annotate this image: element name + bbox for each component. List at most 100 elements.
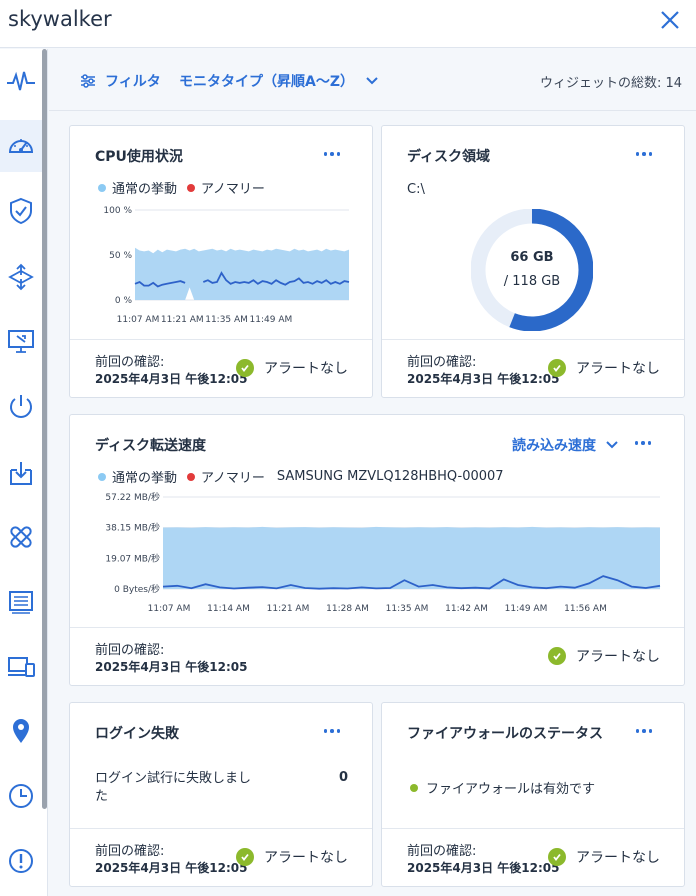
check-circle-icon [236,848,254,866]
disk-drive-label: C:\ [407,182,425,197]
normal-legend-label: 通常の挙動 [112,182,178,197]
alert-status: アラートなし [548,646,660,666]
hardware-list-icon[interactable] [0,576,42,628]
download-tray-icon[interactable] [0,447,42,499]
firewall-status: ファイアウォールは有効です [410,778,595,797]
anomaly-legend-dot [187,472,196,481]
shield-check-icon[interactable] [0,185,42,237]
x-tick-label: 11:07 AM [148,604,191,614]
disk-transfer-footer: 前回の確認: 2025年4月3日 午後12:05 アラートなし [70,627,684,685]
last-checked-label: 前回の確認: [407,844,477,859]
alert-status: アラートなし [548,358,660,378]
normal-legend-dot [98,472,106,481]
normal-legend-dot [98,183,106,192]
close-icon[interactable] [656,6,684,34]
y-tick-label: 38.15 MB/秒 [105,522,160,534]
login-card-menu-button[interactable] [320,721,344,741]
login-failure-card: ログイン失敗 ログイン試行に失敗しました 0 前回の確認: 2025年4月3日 … [69,702,373,887]
login-card-title: ログイン失敗 [95,726,179,742]
clock-icon[interactable] [0,770,42,822]
check-circle-icon [548,359,566,377]
alert-status: アラートなし [548,847,660,867]
location-pin-icon[interactable] [0,705,42,757]
cpu-usage-card: CPU使用状況 通常の挙動 アノマリー 100 % 50 % 0 % 11:07 AM… [69,125,373,398]
x-tick-label: 11:49 AM [250,315,293,325]
sidebar [0,49,48,896]
alert-status-label: アラートなし [264,850,348,866]
firewall-card-menu-button[interactable] [632,721,656,741]
rate-selector-dropdown[interactable]: 読み込み速度 [512,435,618,455]
widget-toolbar: フィルタ モニタタイプ（昇順A〜Z） ウィジェットの総数: 14 [49,49,696,111]
y-tick-label: 0 Bytes/秒 [114,583,160,595]
disk-used-label: 66 GB [510,250,554,265]
last-checked-date: 2025年4月3日 午後12:05 [95,660,248,674]
x-tick-label: 11:35 AM [386,604,429,614]
sort-dropdown[interactable]: モニタタイプ（昇順A〜Z） [179,71,378,91]
x-tick-label: 11:49 AM [505,604,548,614]
alert-icon[interactable] [0,835,42,887]
disk-transfer-chart: 57.22 MB/秒 38.15 MB/秒 19.07 MB/秒 0 Bytes/秒 1… [105,491,661,614]
filter-button[interactable]: フィルタ [79,71,161,91]
check-circle-icon [548,848,566,866]
activity-icon[interactable] [0,55,42,107]
window-title: skywalker [8,7,112,31]
patch-bandage-icon[interactable] [0,511,42,563]
rate-selector-label: 読み込み速度 [512,438,596,454]
check-circle-icon [236,359,254,377]
device-name: SAMSUNG MZVLQ128HBHQ-00007 [276,469,504,484]
normal-behavior-band [163,526,660,589]
cpu-card-footer: 前回の確認: 2025年4月3日 午後12:05 アラートなし [70,339,372,397]
alert-status: アラートなし [236,358,348,378]
disk-space-card: ディスク領域 C:\ 66 GB / 118 GB 前回の確認: 2025年4月… [381,125,685,398]
network-transfer-icon[interactable] [0,251,42,303]
remote-desktop-icon[interactable] [0,315,42,367]
power-icon[interactable] [0,380,42,432]
devices-icon[interactable] [0,641,42,693]
login-card-footer: 前回の確認: 2025年4月3日 午後12:05 アラートなし [70,828,372,886]
title-bar: skywalker [0,0,696,48]
last-checked-label: 前回の確認: [95,643,165,658]
x-tick-label: 11:21 AM [267,604,310,614]
alert-status: アラートなし [236,847,348,867]
x-tick-label: 11:35 AM [205,315,248,325]
dashboard-gauge-icon[interactable] [0,120,42,172]
x-tick-label: 11:56 AM [564,604,607,614]
last-checked-date: 2025年4月3日 午後12:05 [95,861,248,875]
firewall-status-card: ファイアウォールのステータス ファイアウォールは有効です 前回の確認: 2025… [381,702,685,887]
firewall-card-footer: 前回の確認: 2025年4月3日 午後12:05 アラートなし [382,828,684,886]
widget-count: ウィジェットの総数: 14 [539,76,682,91]
alert-status-label: アラートなし [576,361,660,377]
cpu-legend: 通常の挙動 アノマリー [98,178,265,197]
last-checked-label: 前回の確認: [95,355,165,370]
disk-space-title: ディスク領域 [407,149,491,165]
y-tick-label: 57.22 MB/秒 [105,491,160,503]
cpu-card-menu-button[interactable] [320,144,344,164]
check-circle-icon [548,647,566,665]
disk-transfer-title: ディスク転送速度 [95,438,207,454]
filter-label: フィルタ [105,74,161,90]
last-checked-date: 2025年4月3日 午後12:05 [95,372,248,386]
cpu-card-title: CPU使用状況 [95,149,183,165]
last-checked-date: 2025年4月3日 午後12:05 [407,861,560,875]
x-tick-label: 11:07 AM [117,315,160,325]
disk-transfer-menu-button[interactable] [631,433,655,453]
sidebar-scrollbar[interactable] [42,49,47,809]
disk-total-label: / 118 GB [503,274,561,289]
last-checked-date: 2025年4月3日 午後12:05 [407,372,560,386]
chevron-down-icon [606,441,618,449]
disk-space-footer: 前回の確認: 2025年4月3日 午後12:05 アラートなし [382,339,684,397]
y-tick-label: 19.07 MB/秒 [105,552,160,564]
alert-status-label: アラートなし [576,649,660,665]
disk-transfer-card: ディスク転送速度 読み込み速度 通常の挙動 アノマリー SAMSUNG MZVL… [69,414,685,686]
disk-space-menu-button[interactable] [632,144,656,164]
firewall-card-title: ファイアウォールのステータス [407,726,603,742]
disk-usage-donut [471,209,593,331]
firewall-status-label: ファイアウォールは有効です [426,782,596,797]
last-checked-label: 前回の確認: [407,355,477,370]
sort-label: モニタタイプ（昇順A〜Z） [179,74,354,90]
y-tick-label: 100 % [103,206,132,216]
login-failure-count: 0 [338,770,348,785]
normal-legend-label: 通常の挙動 [112,471,178,486]
last-checked-label: 前回の確認: [95,844,165,859]
anomaly-legend-label: アノマリー [201,471,265,486]
